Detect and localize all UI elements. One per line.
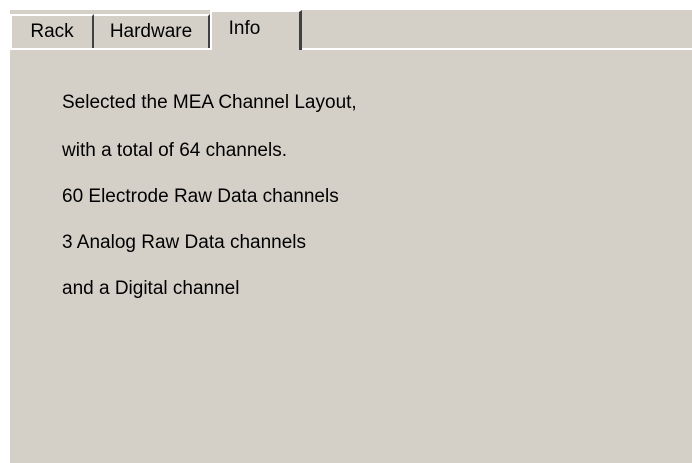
tab-info-label: Info [228, 18, 261, 39]
tab-hardware-label: Hardware [109, 21, 193, 42]
info-line-total-channels: with a total of 64 channels. [62, 140, 287, 161]
info-line-digital-channel: and a Digital channel [62, 278, 240, 299]
tab-strip: Rack Hardware Info [10, 10, 692, 51]
tab-rack-label: Rack [30, 21, 74, 42]
tab-hardware[interactable]: Hardware [94, 14, 210, 48]
info-line-analog-channels: 3 Analog Raw Data channels [62, 232, 306, 253]
tab-info[interactable]: Info [210, 10, 302, 50]
info-line-layout: Selected the MEA Channel Layout, [62, 92, 357, 113]
info-panel: Selected the MEA Channel Layout, with a … [10, 50, 692, 463]
property-window: Rack Hardware Info Selected the MEA Chan… [10, 10, 692, 463]
info-line-electrode-channels: 60 Electrode Raw Data channels [62, 186, 339, 207]
tab-rack[interactable]: Rack [10, 14, 94, 48]
